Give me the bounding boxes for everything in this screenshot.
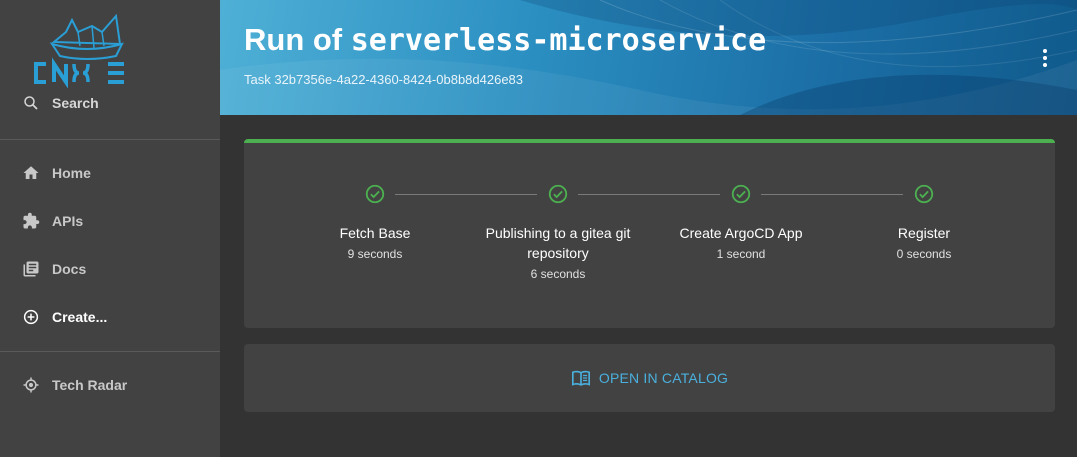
sidebar-divider [0,139,220,140]
task-steps-card: Fetch Base 9 seconds Publishing to a git… [244,139,1055,328]
sidebar: Search Home APIs Docs Create... Tech Rad… [0,0,220,457]
step-item[interactable]: Create ArgoCD App 1 second [656,183,826,263]
puzzle-icon [23,212,40,229]
step-label: Publishing to a gitea git repository [485,225,631,261]
sidebar-item-docs[interactable]: Docs [22,257,86,281]
main-content: Run of serverless-microservice Task 32b7… [220,0,1077,457]
home-icon [23,166,39,179]
open-in-catalog-label: OPEN IN CATALOG [598,370,729,386]
step-duration: 0 seconds [896,247,952,261]
step-duration: 6 seconds [530,267,586,281]
sidebar-item-tech-radar[interactable]: Tech Radar [22,373,127,397]
check-circle-icon [548,184,568,204]
sidebar-item-create[interactable]: Create... [22,305,107,329]
sidebar-divider [0,351,220,352]
book-icon [571,370,590,386]
more-vertical-icon[interactable] [1035,48,1055,68]
check-circle-icon [731,184,751,204]
step-duration: 9 seconds [347,247,403,261]
sidebar-item-home[interactable]: Home [22,161,91,185]
stepper: Fetch Base 9 seconds Publishing to a git… [244,143,1055,328]
radar-icon [23,377,39,393]
template-name: serverless-microservice [350,23,767,58]
page-title-prefix: Run of [244,22,351,57]
library-icon [23,261,39,277]
sidebar-item-label: Tech Radar [52,377,128,393]
catalog-card: OPEN IN CATALOG [244,344,1055,412]
sidebar-item-label: Home [52,165,91,181]
search-label: Search [52,95,99,111]
step-label: Register [897,225,951,241]
open-in-catalog-button[interactable]: OPEN IN CATALOG [571,369,728,387]
search-icon [24,96,38,110]
page-header: Run of serverless-microservice Task 32b7… [220,0,1077,115]
sidebar-item-label: Docs [52,261,87,277]
page-title: Run of serverless-microservice [244,22,766,58]
step-item[interactable]: Register 0 seconds [839,183,1009,263]
check-circle-icon [365,184,385,204]
check-circle-icon [914,184,934,204]
step-duration: 1 second [716,247,766,261]
add-circle-icon [23,309,39,325]
cnoe-logo[interactable] [32,10,142,88]
step-item[interactable]: Fetch Base 9 seconds [290,183,460,263]
task-id: Task 32b7356e-4a22-4360-8424-0b8b8d426e8… [244,72,524,87]
step-label: Fetch Base [339,225,411,241]
step-label: Create ArgoCD App [679,225,803,241]
sidebar-item-apis[interactable]: APIs [22,209,83,233]
sidebar-item-label: APIs [52,213,84,229]
sidebar-search[interactable]: Search [22,94,99,112]
sidebar-item-label: Create... [52,309,108,325]
step-item[interactable]: Publishing to a gitea git repository 6 s… [473,183,643,283]
